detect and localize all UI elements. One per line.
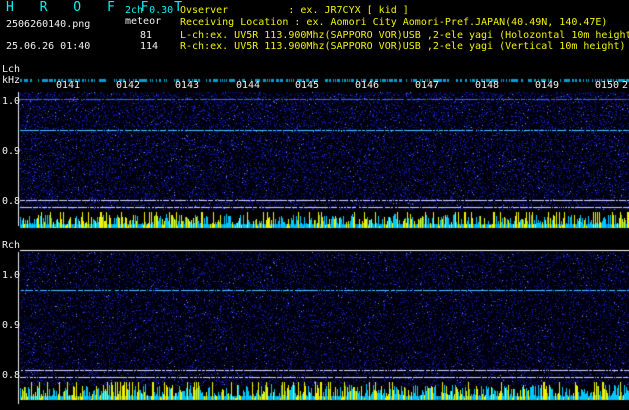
lch-ytick: 0.9 [2,146,21,157]
time-tick: 0145 [295,80,320,91]
time-tick: 0143 [175,80,200,91]
time-tick: 0146 [355,80,380,91]
lch-label: Lch [2,64,21,75]
lch-ytick: 0.8 [2,196,21,207]
meteor-count-rch: 114 [140,41,159,52]
time-tick: 0142 [116,80,141,91]
rch-ytick: 1.0 [2,270,21,281]
time-tick: 0141 [56,80,81,91]
time-tick: 2 [622,80,629,91]
datetime-label: 25.06.26 01:40 [6,41,91,52]
time-tick: 0148 [475,80,500,91]
time-tick: 0144 [236,80,261,91]
time-tick: 0150 [595,80,620,91]
meteor-label: meteor [125,16,162,27]
time-tick: 0149 [535,80,560,91]
observer-line: Ovserver : ex. JR7CYX [ kid ] [180,5,409,16]
time-tick: 0147 [415,80,440,91]
rch-ytick: 0.8 [2,370,21,381]
filename-label: 2506260140.png [6,19,91,30]
lch-info-line: L-ch:ex. UV5R 113.900Mhz(SAPPORO VOR)USB… [180,30,629,41]
lch-unit-label: kHz [2,75,21,86]
lch-ytick: 1.0 [2,96,21,107]
version-label: 2ch 0.30 [125,5,174,16]
spectrogram-canvas [0,0,629,410]
rch-info-line: R-ch:ex. UV5R 113.900Mhz(SAPPORO VOR)USB… [180,41,626,52]
rch-label: Rch [2,240,21,251]
meteor-count-lch: 81 [140,30,153,41]
rch-ytick: 0.9 [2,320,21,331]
location-line: Receiving Location : ex. Aomori City Aom… [180,17,608,28]
